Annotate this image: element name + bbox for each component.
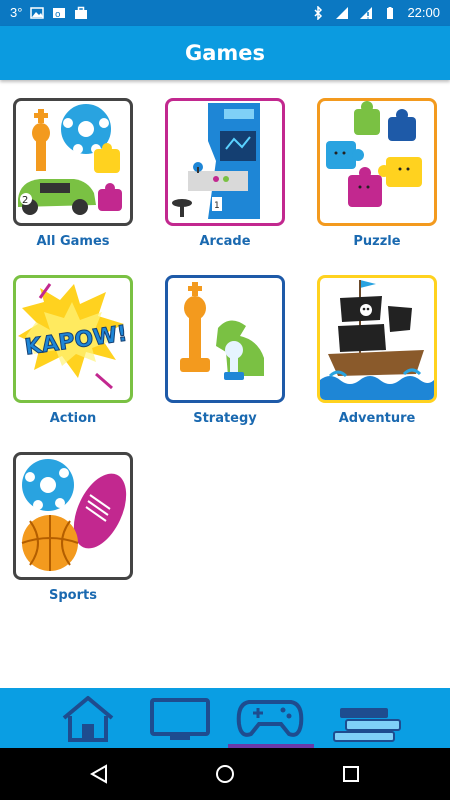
briefcase-icon: [75, 6, 88, 19]
svg-text:o: o: [55, 10, 61, 20]
nav-books[interactable]: [310, 688, 422, 748]
home-icon: [62, 696, 114, 742]
signal-icon: [336, 6, 349, 19]
adventure-image: [317, 275, 437, 403]
category-label: Arcade: [199, 234, 251, 249]
home-button[interactable]: [211, 760, 239, 788]
category-tile-arcade[interactable]: 1 Arcade: [165, 98, 285, 249]
category-tile-strategy[interactable]: Strategy: [165, 275, 285, 426]
books-icon: [333, 708, 401, 742]
gamepad-icon: [236, 700, 304, 737]
svg-text:1: 1: [214, 201, 220, 211]
notification-count: 3°: [10, 5, 23, 20]
category-tile-sports[interactable]: Sports: [13, 452, 133, 603]
clock: 22:00: [407, 5, 440, 20]
recents-button[interactable]: [337, 760, 365, 788]
category-tile-puzzle[interactable]: Puzzle: [317, 98, 437, 249]
category-label: Puzzle: [353, 234, 401, 249]
app-bar: Games: [0, 26, 450, 80]
category-label: Action: [49, 411, 97, 426]
category-label: All Games: [36, 234, 110, 249]
category-tile-all-games[interactable]: 2 All Games: [13, 98, 133, 249]
category-label: Sports: [49, 588, 97, 603]
arcade-image: 1: [165, 98, 285, 226]
image-icon: [30, 6, 45, 19]
bluetooth-icon: [314, 5, 323, 20]
tv-icon: [150, 698, 210, 740]
cellular-icon: [360, 6, 373, 19]
circle-icon: [216, 765, 234, 783]
back-icon: [89, 764, 107, 784]
page-title: Games: [184, 41, 266, 65]
back-button[interactable]: [85, 760, 113, 788]
puzzle-image: [317, 98, 437, 226]
outlook-icon: o: [53, 7, 66, 20]
svg-text:2: 2: [22, 195, 28, 206]
all-games-image: 2: [13, 98, 133, 226]
category-tile-action[interactable]: KAPOW! Action: [13, 275, 133, 426]
battery-icon: [387, 6, 394, 19]
category-tile-adventure[interactable]: Adventure: [317, 275, 437, 426]
sports-image: [13, 452, 133, 580]
strategy-image: [165, 275, 285, 403]
system-nav-bar: [0, 748, 450, 800]
square-icon: [343, 766, 359, 782]
category-label: Adventure: [338, 411, 416, 426]
status-bar: 3° o 22:00: [0, 0, 450, 26]
category-label: Strategy: [193, 411, 257, 426]
action-image: KAPOW!: [13, 275, 133, 403]
bottom-nav: [0, 688, 450, 748]
